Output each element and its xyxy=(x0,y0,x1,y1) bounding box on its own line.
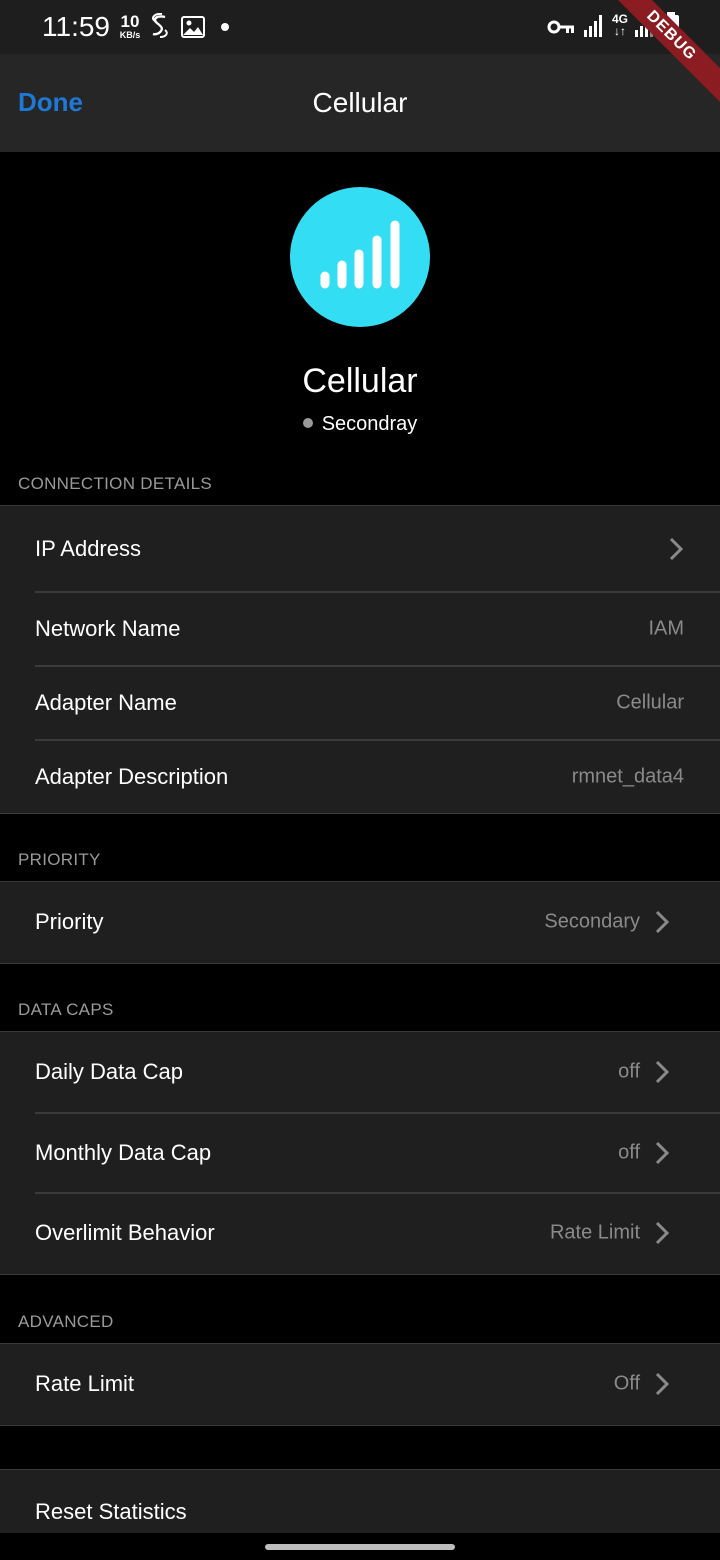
network-speed-unit: KB/s xyxy=(119,30,141,40)
monthly-data-cap-row[interactable]: Monthly Data Cap off xyxy=(0,1113,720,1192)
data-caps-group: Daily Data Cap off Monthly Data Cap off … xyxy=(0,1031,720,1275)
adapter-description-row: Adapter Description rmnet_data4 xyxy=(0,740,720,813)
row-label: Overlimit Behavior xyxy=(35,1220,215,1245)
priority-row[interactable]: Priority Secondary xyxy=(0,882,720,962)
row-value: Off xyxy=(613,1372,640,1395)
network-speed: 10 KB/s xyxy=(116,13,144,40)
network-speed-value: 10 xyxy=(120,12,140,31)
section-data-caps-label: DATA CAPS xyxy=(18,1000,114,1019)
s-logo-icon xyxy=(152,13,168,38)
status-time: 11:59 xyxy=(42,11,110,42)
row-label: Adapter Name xyxy=(35,689,177,715)
row-value: Rate Limit xyxy=(549,1221,640,1244)
row-value: off xyxy=(618,1141,640,1163)
rate-limit-row[interactable]: Rate Limit Off xyxy=(0,1344,720,1424)
overlimit-behavior-row[interactable]: Overlimit Behavior Rate Limit xyxy=(0,1193,720,1273)
ip-address-row[interactable]: IP Address xyxy=(0,506,720,591)
network-4g-icon: 4G ↓↑ xyxy=(611,12,628,38)
row-label: Network Name xyxy=(35,615,181,641)
row-label: Priority xyxy=(35,909,104,934)
home-indicator[interactable] xyxy=(265,1544,455,1550)
vpn-key-icon xyxy=(547,20,574,34)
priority-group: Priority Secondary xyxy=(0,881,720,964)
row-value: rmnet_data4 xyxy=(571,765,684,787)
chevron-right-icon xyxy=(655,1060,670,1084)
row-label: Rate Limit xyxy=(35,1371,135,1396)
page-title: Cellular xyxy=(312,87,408,118)
image-icon xyxy=(181,16,205,38)
row-value: off xyxy=(618,1060,640,1083)
adapter-name-row: Adapter Name Cellular xyxy=(0,666,720,739)
section-connection-details-label: CONNECTION DETAILS xyxy=(18,474,212,493)
section-priority-label: PRIORITY xyxy=(18,850,101,869)
daily-data-cap-row[interactable]: Daily Data Cap off xyxy=(0,1032,720,1112)
chevron-right-icon xyxy=(655,1141,670,1164)
section-advanced-label: ADVANCED xyxy=(18,1312,114,1331)
reset-statistics-label: Reset Statistics xyxy=(35,1499,187,1524)
chevron-right-icon xyxy=(655,1221,670,1245)
status-text: Secondray xyxy=(321,413,418,435)
row-value: IAM xyxy=(648,617,684,639)
app-bar: Done Cellular xyxy=(0,54,720,152)
row-label: Daily Data Cap xyxy=(35,1059,183,1084)
chevron-right-icon xyxy=(655,1372,670,1396)
network-name-row: Network Name IAM xyxy=(0,592,720,665)
row-value: Cellular xyxy=(616,691,684,713)
row-label: Adapter Description xyxy=(35,763,229,789)
connection-details-group: IP Address Network Name IAM Adapter Name… xyxy=(0,505,720,814)
row-label: Monthly Data Cap xyxy=(35,1139,212,1165)
advanced-group: Rate Limit Off xyxy=(0,1343,720,1426)
status-bar: 11:59 10 KB/s 4G ↓↑ xyxy=(0,0,720,54)
row-value: Secondary xyxy=(544,910,640,933)
row-label: IP Address xyxy=(35,535,141,561)
chevron-right-icon xyxy=(669,537,684,560)
adapter-title: Cellular xyxy=(302,362,418,400)
notification-dot-icon xyxy=(221,23,229,31)
cellular-signal-icon xyxy=(290,187,430,327)
chevron-right-icon xyxy=(655,910,670,934)
status-dot-icon xyxy=(302,418,313,428)
adapter-status: Secondray xyxy=(0,413,720,436)
signal-icon xyxy=(584,15,602,37)
